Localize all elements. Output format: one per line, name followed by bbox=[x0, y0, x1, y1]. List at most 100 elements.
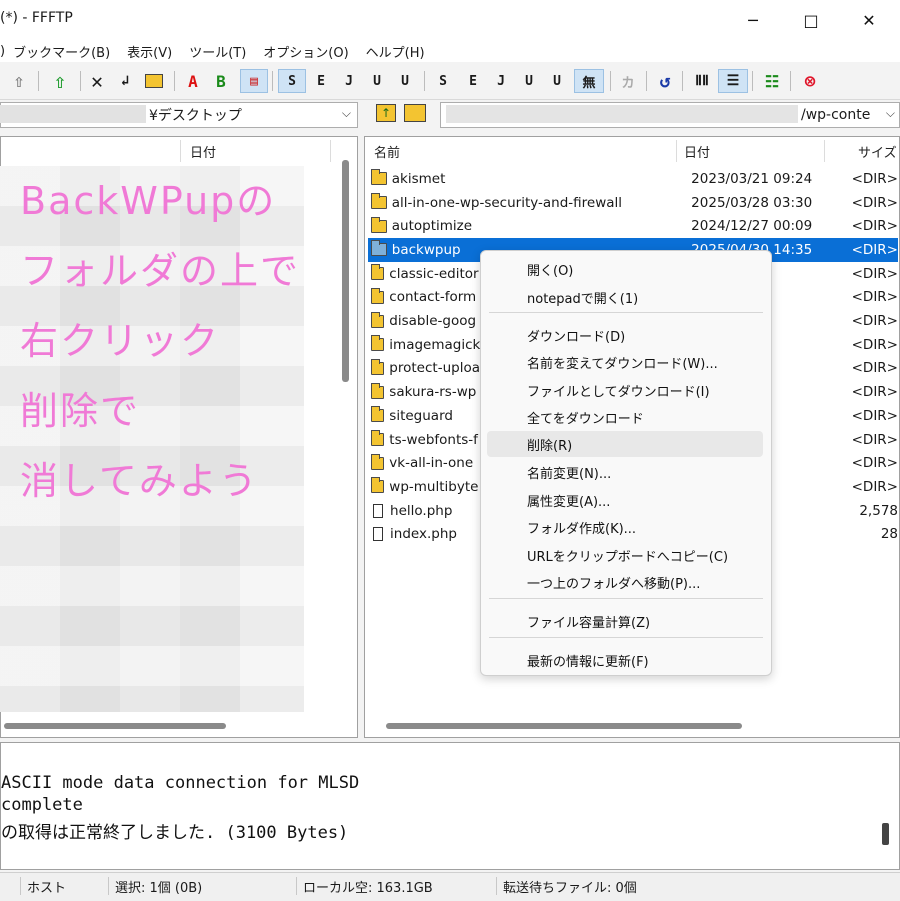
file-size: <DIR> bbox=[851, 218, 898, 235]
toolbar-separator bbox=[752, 71, 753, 91]
kanji-sjis-button[interactable]: S bbox=[278, 69, 306, 93]
annotation-line-2: フォルダの上で bbox=[20, 249, 301, 293]
minimize-icon[interactable]: ─ bbox=[730, 0, 776, 40]
remote-col-size[interactable]: サイズ bbox=[858, 138, 897, 164]
file-size: <DIR> bbox=[851, 455, 898, 472]
ascii-mode-icon[interactable]: A bbox=[182, 69, 204, 93]
ctx-copy-url[interactable]: URLをクリップボードへコピー(C) bbox=[527, 546, 728, 565]
kanji-euc-button[interactable]: E bbox=[308, 69, 334, 93]
table-row[interactable]: all-in-one-wp-security-and-firewall 2025/… bbox=[368, 191, 898, 215]
remote-jis-button[interactable]: J bbox=[488, 69, 514, 93]
remote-sjis-button[interactable]: S bbox=[430, 69, 456, 93]
ctx-open-notepad[interactable]: notepadで開く(1) bbox=[527, 288, 638, 307]
header-separator bbox=[676, 140, 677, 162]
folder-icon bbox=[371, 335, 385, 352]
menu-help[interactable]: ヘルプ(H) bbox=[366, 42, 425, 61]
log-panel[interactable]: ASCII mode data connection for MLSD comp… bbox=[0, 742, 900, 870]
ctx-calc-size[interactable]: ファイル容量計算(Z) bbox=[527, 612, 650, 631]
ctx-refresh[interactable]: 最新の情報に更新(F) bbox=[527, 651, 649, 670]
file-icon bbox=[373, 503, 384, 518]
kana-button[interactable]: カ bbox=[616, 69, 640, 93]
folder-icon bbox=[371, 382, 385, 399]
new-folder-icon[interactable] bbox=[142, 69, 166, 93]
local-vscrollbar[interactable] bbox=[342, 160, 349, 382]
status-local-free: ローカル空: 163.1GB bbox=[296, 877, 493, 896]
header-separator bbox=[824, 140, 825, 162]
parent-folder-icon[interactable]: ↑ bbox=[376, 104, 396, 122]
file-size: <DIR> bbox=[851, 289, 898, 306]
toolbar-separator bbox=[174, 71, 175, 91]
toolbar-separator bbox=[790, 71, 791, 91]
ctx-download-rename[interactable]: 名前を変えてダウンロード(W)... bbox=[527, 353, 718, 372]
folder-icon bbox=[371, 169, 387, 186]
menu-lead: ) bbox=[0, 43, 6, 59]
annotation-line-5: 消してみよう bbox=[20, 459, 259, 503]
toolbar-separator bbox=[38, 71, 39, 91]
menu-options[interactable]: オプション(O) bbox=[263, 42, 348, 61]
sync-icon[interactable]: ☷ bbox=[760, 69, 784, 93]
folder-icon bbox=[371, 193, 387, 210]
rename-icon[interactable]: ↲ bbox=[114, 69, 136, 93]
ctx-separator bbox=[489, 598, 763, 599]
toolbar-separator bbox=[610, 71, 611, 91]
list-view-icon[interactable]: ⅡⅡ bbox=[690, 69, 714, 93]
ctx-open[interactable]: 開く(O) bbox=[527, 260, 573, 279]
menu-bar: ) ブックマーク(B) 表示(V) ツール(T) オプション(O) ヘルプ(H) bbox=[0, 40, 900, 62]
file-size: <DIR> bbox=[851, 407, 898, 424]
ctx-rename[interactable]: 名前変更(N)... bbox=[527, 463, 611, 482]
kanji-jis-button[interactable]: J bbox=[336, 69, 362, 93]
refresh-icon[interactable]: ↺ bbox=[654, 69, 676, 93]
ctx-parent-folder[interactable]: 一つ上のフォルダへ移動(P)... bbox=[527, 573, 700, 592]
remote-euc-button[interactable]: E bbox=[460, 69, 486, 93]
ctx-new-folder[interactable]: フォルダ作成(K)... bbox=[527, 518, 636, 537]
log-scrollbar[interactable] bbox=[882, 823, 889, 845]
no-conversion-button[interactable]: 無 bbox=[574, 69, 604, 93]
remote-col-date[interactable]: 日付 bbox=[684, 138, 710, 164]
table-row[interactable]: akismet 2023/03/21 09:24 <DIR> bbox=[368, 167, 898, 191]
menu-view[interactable]: 表示(V) bbox=[127, 42, 172, 61]
close-icon[interactable]: ✕ bbox=[846, 0, 892, 40]
file-size: <DIR> bbox=[851, 170, 898, 187]
up-arrow-icon[interactable]: ⇧ bbox=[8, 69, 30, 93]
green-upload-icon[interactable]: ⇧ bbox=[48, 69, 72, 93]
delete-x-icon[interactable]: ✕ bbox=[86, 69, 108, 93]
log-line: complete bbox=[1, 795, 83, 815]
file-name: autoptimize bbox=[391, 218, 473, 235]
file-icon bbox=[373, 527, 384, 542]
file-size: 2,578 bbox=[859, 502, 898, 519]
ctx-download-all[interactable]: 全てをダウンロード bbox=[527, 408, 644, 427]
maximize-icon[interactable]: □ bbox=[788, 0, 834, 40]
chevron-down-icon[interactable]: ⌵ bbox=[342, 106, 351, 121]
status-queue: 転送待ちファイル: 0個 bbox=[496, 877, 893, 896]
remote-col-name[interactable]: 名前 bbox=[374, 138, 400, 164]
annotation-line-4: 削除で bbox=[20, 389, 141, 433]
ctx-download-as-file[interactable]: ファイルとしてダウンロード(I) bbox=[527, 381, 710, 400]
ctx-download[interactable]: ダウンロード(D) bbox=[527, 326, 625, 345]
local-col-date[interactable]: 日付 bbox=[190, 138, 216, 164]
ctx-attributes[interactable]: 属性変更(A)... bbox=[527, 491, 610, 510]
remote-utf8-button[interactable]: U bbox=[516, 69, 542, 93]
file-size: <DIR> bbox=[851, 384, 898, 401]
header-separator bbox=[180, 140, 181, 162]
stop-icon[interactable]: ⊗ bbox=[798, 69, 822, 93]
menu-tools[interactable]: ツール(T) bbox=[189, 42, 246, 61]
kanji-utf8bom-button[interactable]: U bbox=[392, 69, 418, 93]
remote-utf8bom-button[interactable]: U bbox=[544, 69, 570, 93]
file-date: 2023/03/21 09:24 bbox=[691, 170, 813, 187]
detail-view-icon[interactable]: ☰ bbox=[718, 69, 748, 93]
file-size: <DIR> bbox=[851, 265, 898, 282]
remote-hscrollbar[interactable] bbox=[386, 723, 742, 729]
open-folder-icon[interactable] bbox=[404, 104, 426, 122]
ctx-delete[interactable]: 削除(R) bbox=[487, 431, 763, 457]
binary-mode-icon[interactable]: B bbox=[210, 69, 232, 93]
folder-icon bbox=[371, 287, 385, 304]
file-size: <DIR> bbox=[851, 478, 898, 495]
local-hscrollbar[interactable] bbox=[4, 723, 226, 729]
file-date: 2025/03/28 03:30 bbox=[691, 194, 813, 211]
auto-mode-icon[interactable]: ▤ bbox=[240, 69, 268, 93]
menu-bookmark[interactable]: ブックマーク(B) bbox=[13, 42, 110, 61]
kanji-utf8-button[interactable]: U bbox=[364, 69, 390, 93]
table-row[interactable]: autoptimize 2024/12/27 00:09 <DIR> bbox=[368, 214, 898, 238]
file-name: all-in-one-wp-security-and-firewall bbox=[391, 194, 623, 211]
chevron-down-icon[interactable]: ⌵ bbox=[886, 106, 895, 121]
